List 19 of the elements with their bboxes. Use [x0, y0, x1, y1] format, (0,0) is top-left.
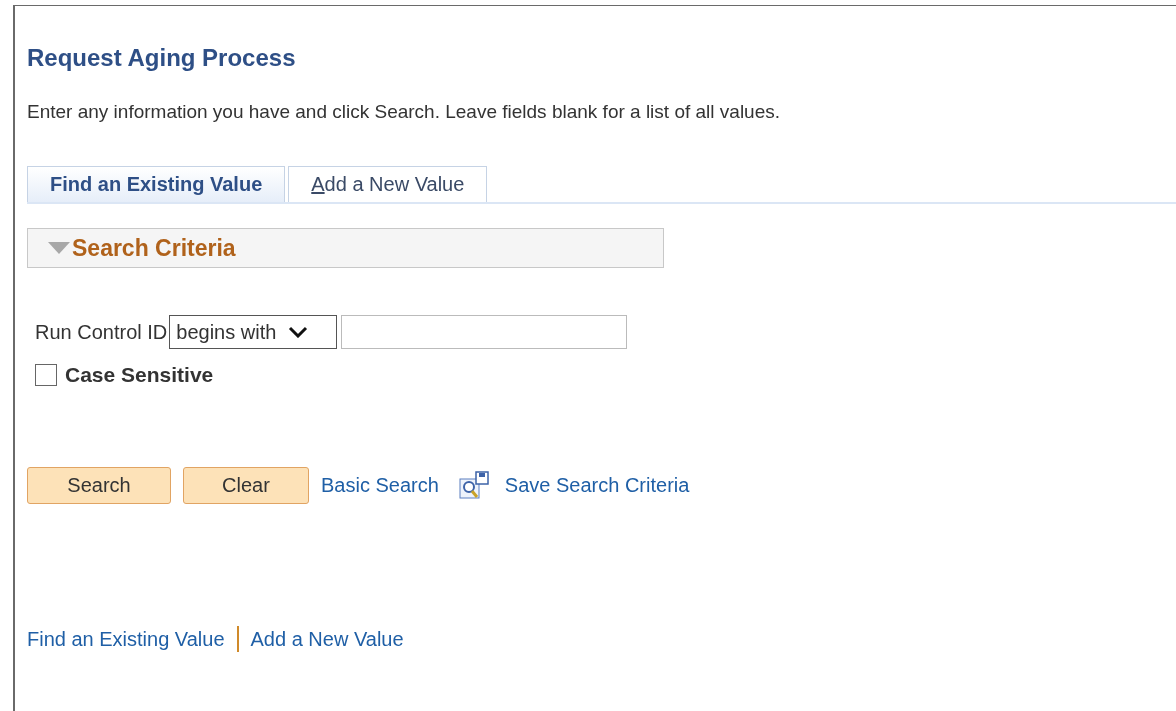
chevron-down-icon: [288, 326, 309, 338]
section-title: Search Criteria: [72, 234, 236, 262]
checkbox-label: Case Sensitive: [65, 363, 214, 387]
link[interactable]: Basic Search: [321, 474, 439, 497]
link[interactable]: Find an Existing Value: [27, 627, 225, 651]
save-search-icon[interactable]: [458, 470, 489, 501]
link[interactable]: Add a New Value: [250, 627, 404, 651]
field-label: Run Control ID: [35, 320, 168, 344]
operator-dropdown[interactable]: begins with: [169, 315, 338, 349]
tab[interactable]: Add a New Value: [288, 166, 488, 202]
checkbox[interactable]: [35, 364, 57, 386]
page-title: Request Aging Process: [27, 44, 296, 72]
link[interactable]: Save Search Criteria: [504, 474, 690, 497]
instructions-text: Enter any information you have and click Search. Leave fields blank for a list of all values.: [27, 101, 780, 123]
search-button[interactable]: Search: [27, 467, 171, 504]
tab[interactable]: Find an Existing Value: [27, 166, 286, 202]
input-field[interactable]: [341, 315, 628, 349]
clear-button[interactable]: Clear: [183, 467, 309, 504]
section-header[interactable]: Search Criteria: [27, 228, 664, 268]
